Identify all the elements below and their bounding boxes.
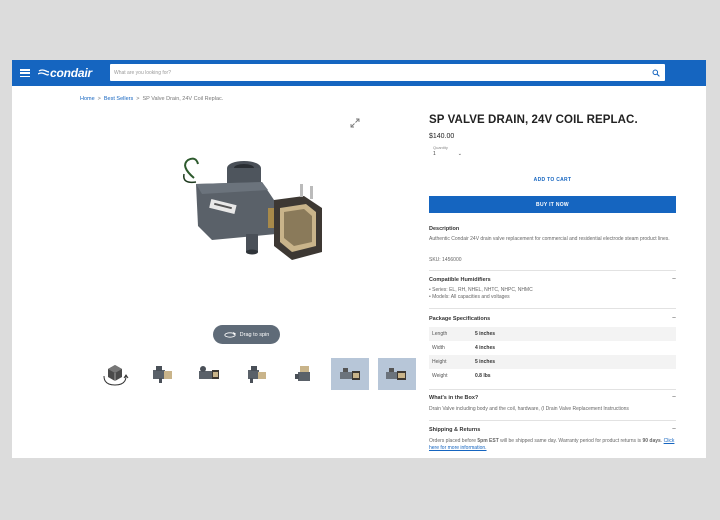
section-divider (429, 308, 676, 309)
site-logo[interactable]: condair (38, 66, 92, 80)
menu-icon[interactable] (20, 69, 30, 77)
product-price: $140.00 (429, 133, 455, 140)
add-to-cart-button[interactable]: ADD TO CART (429, 177, 676, 183)
drag-to-spin-button[interactable]: Drag to spin (213, 325, 280, 344)
spec-label: Height (429, 355, 475, 369)
box-title[interactable]: What's in the Box? (429, 395, 478, 401)
drag-to-spin-label: Drag to spin (239, 331, 270, 338)
buy-it-now-button[interactable]: BUY IT NOW (429, 196, 676, 213)
compatible-title[interactable]: Compatible Humidifiers (429, 277, 491, 283)
thumbnail-valve-5[interactable] (331, 358, 369, 390)
search-icon[interactable] (649, 66, 663, 80)
expand-icon[interactable] (349, 116, 361, 128)
quantity-value: 1 (433, 151, 436, 157)
section-divider (429, 270, 676, 271)
thumbnail-valve-4[interactable] (284, 358, 322, 390)
breadcrumb-home[interactable]: Home (80, 96, 95, 102)
breadcrumb-current: SP Valve Drain, 24V Coil Replac. (142, 96, 224, 102)
product-title: SP VALVE DRAIN, 24V COIL REPLAC. (429, 114, 638, 126)
spec-value: 4 inches (475, 345, 496, 351)
package-title[interactable]: Package Specifications (429, 316, 490, 322)
spec-table: Length 5 inches Width 4 inches Height 5 inc… (429, 327, 676, 383)
collapse-icon[interactable]: − (672, 315, 676, 322)
thumbnail-strip (96, 358, 416, 390)
breadcrumb-separator: > (136, 96, 140, 102)
compatible-item: • Models: All capacities and voltages (429, 294, 510, 300)
sku-text: SKU: 1456000 (429, 257, 462, 263)
shipping-title[interactable]: Shipping & Returns (429, 427, 480, 433)
spec-label: Width (432, 345, 445, 351)
logo-text: condair (50, 66, 92, 80)
shipping-cutoff: 5pm EST (477, 438, 499, 444)
spec-label: Weight (432, 373, 448, 379)
breadcrumb-best-sellers[interactable]: Best Sellers (104, 96, 133, 102)
thumbnail-360-view[interactable] (96, 358, 134, 390)
table-row: Length 5 inches (429, 327, 676, 341)
quantity-label: Quantity (433, 145, 448, 150)
description-text: Authentic Condair 24V drain valve replac… (429, 236, 670, 242)
shipping-text-part: Orders placed before (429, 438, 478, 444)
thumbnail-valve-3[interactable] (237, 358, 275, 390)
box-text: Drain Valve including body and the coil,… (429, 406, 629, 412)
section-divider (429, 420, 676, 421)
site-header: condair (12, 60, 706, 86)
compatible-item: • Series: EL, RH, NHEL, NHTC, NHPC, NHMC (429, 287, 533, 293)
section-divider (429, 389, 676, 390)
shipping-text-part: will be shipped same day. Warranty perio… (498, 438, 643, 444)
chevron-down-icon: ⌄ (457, 151, 462, 157)
thumbnail-valve-2[interactable] (190, 358, 228, 390)
spec-value: 5 inches (475, 327, 676, 341)
product-image[interactable] (172, 156, 332, 286)
breadcrumb-separator: > (97, 96, 101, 102)
quantity-select[interactable]: 1 ⌄ (433, 151, 462, 157)
logo-wave-icon (38, 69, 49, 76)
search-input[interactable] (110, 64, 649, 81)
warranty-period: 90 days (642, 438, 661, 444)
table-row: Width 4 inches (429, 341, 676, 355)
table-row: Weight 0.8 lbs (429, 369, 676, 383)
collapse-icon[interactable]: − (672, 276, 676, 283)
collapse-icon[interactable]: − (672, 426, 676, 433)
thumbnail-valve-1[interactable] (143, 358, 181, 390)
thumbnail-valve-6[interactable] (378, 358, 416, 390)
breadcrumb: Home > Best Sellers > SP Valve Drain, 24… (80, 96, 223, 102)
description-title: Description (429, 226, 460, 232)
search-bar (110, 64, 665, 81)
rotate-icon (224, 331, 236, 338)
spec-value: 5 inches (475, 355, 676, 369)
collapse-icon[interactable]: − (672, 394, 676, 401)
shipping-text: Orders placed before 5pm EST will be shi… (429, 438, 676, 452)
spec-label: Length (429, 327, 475, 341)
spec-value: 0.8 lbs (475, 373, 491, 379)
browser-page: condair Home > Best Sellers > SP Valve D… (12, 60, 706, 458)
table-row: Height 5 inches (429, 355, 676, 369)
